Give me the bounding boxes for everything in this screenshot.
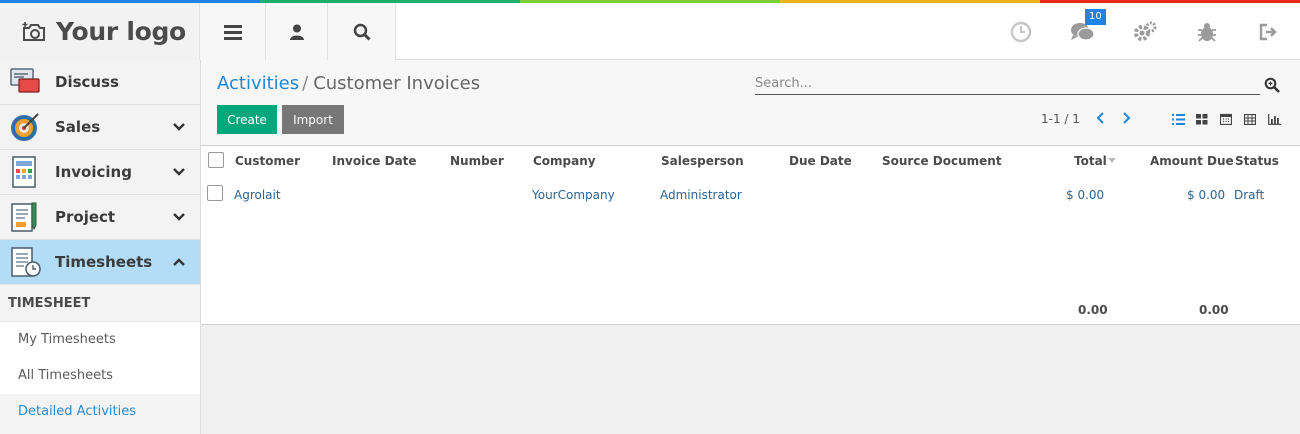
app-sidebar: Discuss Sales Invoicing Project Timeshee…	[0, 60, 201, 434]
discuss-icon	[10, 68, 40, 93]
invoicing-icon	[12, 156, 36, 188]
column-header-salesperson[interactable]: Salesperson	[661, 154, 744, 168]
bug-icon	[1198, 22, 1216, 42]
sidebar-item-label: Discuss	[55, 73, 119, 91]
camera-icon	[22, 21, 45, 41]
user-icon	[289, 24, 304, 40]
breadcrumb-separator: /	[302, 73, 309, 94]
column-header-company[interactable]: Company	[533, 154, 596, 168]
header-spacer	[396, 3, 990, 59]
logout-icon	[1259, 23, 1277, 40]
timesheets-icon	[11, 247, 41, 277]
logo[interactable]: Your logo	[0, 3, 200, 60]
column-header-customer[interactable]: Customer	[235, 154, 300, 168]
sidebar-item-project[interactable]: Project	[0, 195, 200, 240]
column-header-number[interactable]: Number	[450, 154, 504, 168]
sidebar-item-label: Invoicing	[55, 163, 132, 181]
cell-company[interactable]: YourCompany	[532, 188, 615, 202]
cell-customer[interactable]: Agrolait	[234, 188, 281, 202]
graph-view-icon[interactable]	[1262, 111, 1286, 127]
column-header-amount-due[interactable]: Amount Due	[1150, 154, 1234, 168]
column-header-due-date[interactable]: Due Date	[789, 154, 852, 168]
select-all-checkbox[interactable]	[208, 152, 224, 168]
activity-button[interactable]	[990, 3, 1052, 60]
sidebar-item-label: Sales	[55, 118, 101, 136]
search-input[interactable]: Search...	[755, 75, 1260, 95]
top-header: Your logo 10	[0, 3, 1300, 60]
logo-text: Your logo	[56, 17, 186, 46]
global-search-button[interactable]	[328, 3, 396, 60]
project-icon	[11, 202, 37, 232]
debug-button[interactable]	[1176, 3, 1238, 60]
sidebar-item-sales[interactable]: Sales	[0, 105, 200, 150]
sales-target-icon	[11, 113, 39, 141]
column-header-status[interactable]: Status	[1235, 154, 1279, 168]
list-empty-area	[201, 325, 1300, 434]
messages-button[interactable]: 10	[1052, 3, 1114, 60]
list-view-icon[interactable]	[1166, 111, 1190, 127]
clock-icon	[1010, 21, 1032, 42]
import-button[interactable]: Import	[282, 105, 344, 134]
chevron-right-icon[interactable]	[1122, 111, 1132, 125]
kanban-view-icon[interactable]	[1190, 111, 1214, 127]
sidebar-item-label: Project	[55, 208, 116, 226]
message-count-badge: 10	[1085, 9, 1106, 25]
settings-button[interactable]	[1114, 3, 1176, 60]
hamburger-icon	[223, 24, 242, 40]
search-icon	[353, 23, 371, 41]
column-header-source-document[interactable]: Source Document	[882, 154, 1002, 168]
column-header-invoice-date[interactable]: Invoice Date	[332, 154, 417, 168]
sidebar-item-timesheets[interactable]: Timesheets	[0, 240, 200, 285]
sidebar-subitem-all-timesheets[interactable]: All Timesheets	[0, 358, 200, 394]
sidebar-item-discuss[interactable]: Discuss	[0, 60, 200, 105]
cell-amount-due: $ 0.00	[1187, 188, 1226, 202]
row-checkbox[interactable]	[207, 185, 223, 201]
sidebar-item-invoicing[interactable]: Invoicing	[0, 150, 200, 195]
create-button[interactable]: Create	[217, 105, 277, 134]
sidebar-section-title: TIMESHEET	[0, 285, 200, 322]
sidebar-subitem-detailed-activities[interactable]: Detailed Activities	[0, 394, 200, 430]
logout-button[interactable]	[1238, 3, 1300, 60]
breadcrumb: Activities / Customer Invoices	[217, 73, 480, 94]
sort-caret-icon	[1108, 158, 1116, 163]
sidebar-subitem-my-timesheets[interactable]: My Timesheets	[0, 322, 200, 358]
view-switcher	[1166, 111, 1286, 127]
chevron-down-icon	[173, 123, 185, 131]
cell-salesperson[interactable]: Administrator	[660, 188, 742, 202]
user-button[interactable]	[266, 3, 328, 60]
pivot-view-icon[interactable]	[1238, 111, 1262, 127]
gears-icon	[1134, 21, 1157, 41]
chevron-down-icon	[173, 213, 185, 221]
chevron-up-icon	[173, 258, 185, 266]
sidebar-item-label: Timesheets	[55, 253, 153, 271]
menu-toggle-button[interactable]	[200, 3, 266, 60]
column-header-total[interactable]: Total	[1074, 154, 1107, 168]
chevron-left-icon[interactable]	[1095, 111, 1105, 125]
chevron-down-icon	[173, 168, 185, 176]
calendar-view-icon[interactable]	[1214, 111, 1238, 127]
control-panel: Activities / Customer Invoices Search... C…	[201, 60, 1300, 146]
pager-value[interactable]: 1-1 / 1	[1041, 112, 1080, 126]
footer-amount-due: 0.00	[1199, 303, 1229, 317]
breadcrumb-current: Customer Invoices	[313, 73, 481, 94]
cell-status: Draft	[1234, 188, 1265, 202]
list-view: Customer Invoice Date Number Company Sal…	[201, 146, 1300, 325]
footer-total: 0.00	[1078, 303, 1108, 317]
search-submit-icon[interactable]	[1264, 77, 1280, 93]
cell-total: $ 0.00	[1066, 188, 1105, 202]
breadcrumb-parent-link[interactable]: Activities	[217, 73, 299, 94]
